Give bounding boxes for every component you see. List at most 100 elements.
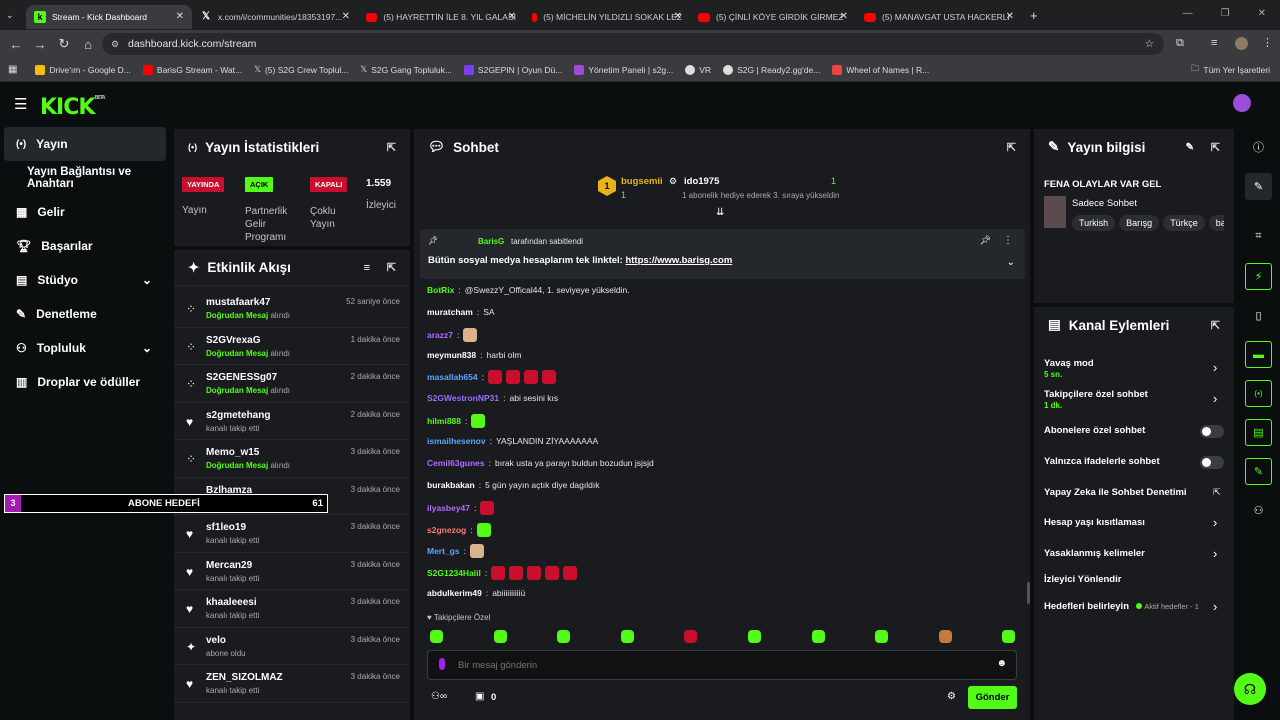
crop-icon[interactable]: ⌗ bbox=[1245, 223, 1272, 250]
apps-grid-icon[interactable]: ▦ bbox=[8, 64, 17, 75]
activity-row[interactable]: ♥ Mercan29 kanalı takip etti 3 dakika ön… bbox=[174, 553, 410, 590]
chat-users-icon[interactable]: ⚇∞ bbox=[431, 691, 447, 702]
stream-tag[interactable]: Türkçe bbox=[1163, 215, 1205, 231]
activity-row[interactable]: ⁘ mustafaark47 Doğrudan Mesaj alındı 52 … bbox=[174, 290, 410, 328]
browser-tab-4[interactable]: (5) ÇİNLİ KÖYE GİRDİK GİRMEZ ✕ bbox=[690, 5, 856, 29]
popout-icon[interactable]: ⇱ bbox=[387, 261, 396, 274]
bookmark-item[interactable]: 𝕏 S2G Gang Topluluk... bbox=[360, 64, 452, 75]
chevron-right-icon[interactable]: › bbox=[1213, 391, 1217, 406]
reload-icon[interactable]: ↻ bbox=[52, 36, 76, 52]
site-info-icon[interactable]: ⚙ bbox=[111, 33, 119, 55]
sidebar-item-denetleme[interactable]: ✎ Denetleme bbox=[0, 297, 170, 331]
emote-shortcut-icon[interactable] bbox=[557, 630, 571, 643]
channel-action-item[interactable]: Takipçilere özel sohbet 1 dk. bbox=[1044, 389, 1148, 410]
sidebar-item-yayin[interactable]: (•) Yayın bbox=[4, 127, 166, 161]
chat-username[interactable]: S2GWestronNP31 bbox=[427, 393, 499, 403]
chevron-right-icon[interactable]: › bbox=[1213, 546, 1217, 561]
minimize-icon[interactable]: — bbox=[1183, 8, 1193, 19]
chat-username[interactable]: Mert_gs bbox=[427, 546, 460, 556]
actions-icon[interactable]: ▤ bbox=[1245, 419, 1272, 446]
browser-tab-3[interactable]: (5) MİCHELİN YILDIZLI SOKAK LEZ ✕ bbox=[524, 5, 690, 29]
edit-icon[interactable]: ✎ bbox=[1186, 142, 1194, 153]
popout-icon[interactable]: ⇱ bbox=[1211, 141, 1220, 154]
channel-action-item[interactable]: Hedefleri belirleyin Aktif hedefler - 1 bbox=[1044, 601, 1199, 612]
chevron-right-icon[interactable]: › bbox=[1213, 515, 1217, 530]
emote-shortcut-icon[interactable] bbox=[748, 630, 761, 643]
bookmark-item[interactable]: Drive'ım - Google D... bbox=[35, 64, 131, 75]
sidebar-item-basarilar[interactable]: 🏆︎ Başarılar bbox=[0, 229, 170, 263]
chevron-right-icon[interactable]: › bbox=[1213, 599, 1217, 614]
unpin-icon[interactable]: 📌︎ bbox=[980, 235, 991, 246]
chat-username[interactable]: masallah654 bbox=[427, 372, 478, 382]
bookmark-item[interactable]: Yönetim Paneli | s2g... bbox=[574, 64, 673, 75]
forward-icon[interactable]: → bbox=[28, 37, 52, 52]
bookmark-item[interactable]: Wheel of Names | R... bbox=[832, 64, 929, 75]
emote-shortcut-icon[interactable] bbox=[493, 630, 507, 643]
toggle-switch[interactable] bbox=[1200, 456, 1224, 469]
sidebar-item-gelir[interactable]: ▦ Gelir bbox=[0, 195, 170, 229]
chat-username[interactable]: burakbakan bbox=[427, 480, 475, 490]
activity-row[interactable]: ♥ khaaleeesi kanalı takip etti 3 dakika … bbox=[174, 590, 410, 628]
profile-avatar[interactable] bbox=[1235, 37, 1248, 50]
close-icon[interactable]: ✕ bbox=[508, 11, 516, 22]
home-icon[interactable]: ⌂ bbox=[76, 37, 100, 52]
chat-icon[interactable]: ▬ bbox=[1245, 341, 1272, 368]
chat-username[interactable]: abdulkerim49 bbox=[427, 588, 482, 598]
channel-action-item[interactable]: Yalnızca ifadelerle sohbet bbox=[1044, 456, 1160, 467]
external-link-icon[interactable]: ⇱ bbox=[1213, 487, 1221, 498]
wrench-icon[interactable]: ✎ bbox=[1245, 458, 1272, 485]
info-icon[interactable]: ⓘ bbox=[1245, 133, 1272, 160]
emote-shortcut-icon[interactable] bbox=[430, 630, 443, 643]
send-button[interactable]: Gönder bbox=[968, 686, 1017, 709]
activity-row[interactable]: ✦ velo abone oldu 3 dakika önce bbox=[174, 628, 410, 665]
emote-shortcut-icon[interactable] bbox=[684, 630, 698, 643]
edit-icon[interactable]: ✎ bbox=[1245, 173, 1272, 200]
lightning-icon[interactable]: ⚡︎ bbox=[1245, 263, 1272, 290]
emote-shortcut-icon[interactable] bbox=[938, 630, 952, 643]
activity-row[interactable]: ⁘ S2GENESSg07 Doğrudan Mesaj alındı 2 da… bbox=[174, 365, 410, 403]
more-options-icon[interactable]: ⋮ bbox=[1003, 235, 1013, 246]
channel-action-item[interactable]: Hesap yaşı kısıtlaması bbox=[1044, 517, 1145, 528]
stream-tag[interactable]: ba bbox=[1208, 215, 1224, 231]
browser-tab-1[interactable]: 𝕏x.com/i/communities/18353197... ✕ bbox=[192, 5, 358, 29]
sidebar-item-studyo[interactable]: ▤ Stüdyo ⌄ bbox=[0, 263, 170, 297]
support-icon[interactable]: ☊ bbox=[1234, 673, 1266, 705]
chat-username[interactable]: arazz7 bbox=[427, 330, 453, 340]
popout-icon[interactable]: ⇱ bbox=[1211, 319, 1220, 332]
browser-tab-2[interactable]: (5) HAYRETTİN İLE 8. YIL GALASI ✕ bbox=[358, 5, 524, 29]
broadcast-icon[interactable]: (•) bbox=[1245, 380, 1272, 407]
chat-username[interactable]: S2G1234Halil bbox=[427, 568, 481, 578]
stream-tag[interactable]: Barışg bbox=[1119, 215, 1160, 231]
close-window-icon[interactable]: ✕ bbox=[1258, 8, 1266, 19]
clipboard-icon[interactable]: ▯ bbox=[1245, 302, 1272, 329]
close-icon[interactable]: ✕ bbox=[176, 11, 184, 22]
chat-username[interactable]: s2gnezog bbox=[427, 525, 466, 535]
activity-row[interactable]: ♥ sf1leo19 kanalı takip etti 3 dakika ön… bbox=[174, 515, 410, 553]
activity-row[interactable]: ♥ s2gmetehang kanalı takip etti 2 dakika… bbox=[174, 403, 410, 440]
url-field[interactable]: ⚙ dashboard.kick.com/stream ☆ bbox=[102, 33, 1164, 55]
stream-tag[interactable]: Turkish bbox=[1072, 215, 1116, 231]
chevron-down-icon[interactable]: ⌄ bbox=[1007, 257, 1015, 268]
activity-row[interactable]: ⁘ Memo_w15 Doğrudan Mesaj alındı 3 dakik… bbox=[174, 440, 410, 478]
user-avatar[interactable] bbox=[1233, 94, 1251, 112]
browser-tab-5[interactable]: (5) MANAVGAT USTA HACKERLI ✕ bbox=[856, 5, 1022, 29]
chat-username[interactable]: hilmi888 bbox=[427, 416, 461, 426]
channel-action-item[interactable]: Yapay Zeka ile Sohbet Denetimi bbox=[1044, 487, 1187, 498]
close-icon[interactable]: ✕ bbox=[840, 11, 848, 22]
activity-row[interactable]: ♥ ZEN_SIZOLMAZ kanalı takip etti 3 dakik… bbox=[174, 665, 410, 703]
kick-logo[interactable]: KICKBETA bbox=[40, 95, 106, 120]
media-icon[interactable]: ≡ bbox=[1211, 37, 1217, 49]
store-icon[interactable]: ▣ bbox=[475, 691, 484, 702]
menu-icon[interactable]: ⋮ bbox=[1262, 36, 1273, 49]
bookmark-item[interactable]: BarisG Stream - Wat... bbox=[142, 64, 242, 75]
browser-tab-0[interactable]: k Stream - Kick Dashboard ✕ bbox=[26, 5, 192, 29]
emote-shortcut-icon[interactable] bbox=[1002, 630, 1016, 643]
chat-username[interactable]: muratcham bbox=[427, 307, 473, 317]
bookmark-item[interactable]: VR bbox=[685, 64, 711, 75]
sidebar-item-topluluk[interactable]: ⚇ Topluluk ⌄ bbox=[0, 331, 170, 365]
community-icon[interactable]: ⚇ bbox=[1245, 497, 1272, 524]
emote-shortcut-icon[interactable] bbox=[875, 630, 889, 643]
filter-icon[interactable]: ≡ bbox=[364, 262, 370, 274]
back-icon[interactable]: ← bbox=[4, 37, 28, 52]
chat-username[interactable]: Cemil63gunes bbox=[427, 458, 485, 468]
